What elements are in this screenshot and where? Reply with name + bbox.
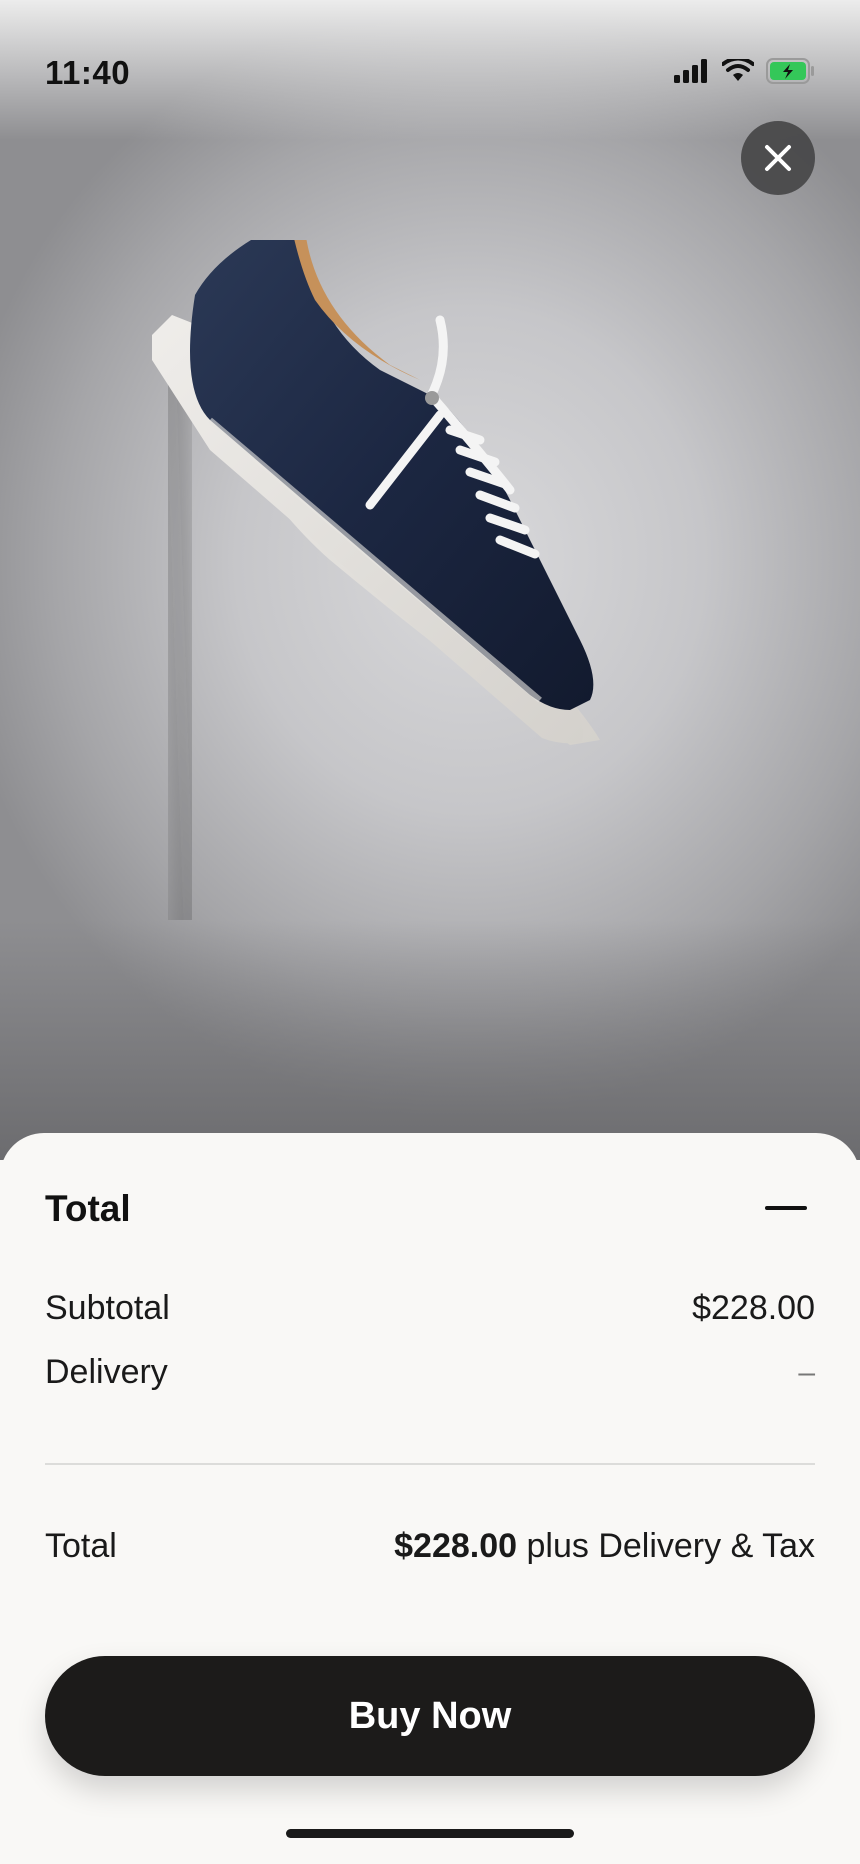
divider xyxy=(45,1463,815,1465)
home-indicator xyxy=(286,1829,574,1838)
sneaker-image xyxy=(150,240,600,920)
wifi-icon xyxy=(722,59,754,81)
subtotal-row: Subtotal $228.00 xyxy=(45,1289,815,1328)
total-suffix: plus Delivery & Tax xyxy=(526,1527,816,1565)
delivery-value: – xyxy=(798,1355,815,1389)
close-icon xyxy=(765,145,791,171)
status-icons xyxy=(674,58,816,84)
cellular-signal-icon xyxy=(674,59,707,83)
status-time: 11:40 xyxy=(45,54,131,91)
sheet-title: Total xyxy=(45,1188,131,1229)
total-value: $228.00 plus Delivery & Tax xyxy=(394,1527,815,1566)
total-row: Total $228.00 plus Delivery & Tax xyxy=(45,1527,815,1566)
total-label: Total xyxy=(45,1527,117,1565)
order-summary-sheet: Total Subtotal $228.00 Delivery – Total … xyxy=(0,1133,860,1864)
delivery-label: Delivery xyxy=(45,1353,168,1391)
status-bar: 11:40 xyxy=(0,0,860,150)
delivery-row: Delivery – xyxy=(45,1353,815,1392)
buy-now-button[interactable]: Buy Now xyxy=(45,1656,815,1776)
total-amount: $228.00 xyxy=(394,1527,518,1565)
battery-charging-icon xyxy=(766,58,814,84)
product-hero-image xyxy=(0,0,860,1160)
subtotal-label: Subtotal xyxy=(45,1289,170,1327)
collapse-button[interactable] xyxy=(762,1183,812,1233)
subtotal-value: $228.00 xyxy=(692,1289,815,1327)
close-button[interactable] xyxy=(741,121,815,195)
product-checkout-screen: 11:40 Total Subtotal $228.00 Delivery – … xyxy=(0,0,860,1864)
